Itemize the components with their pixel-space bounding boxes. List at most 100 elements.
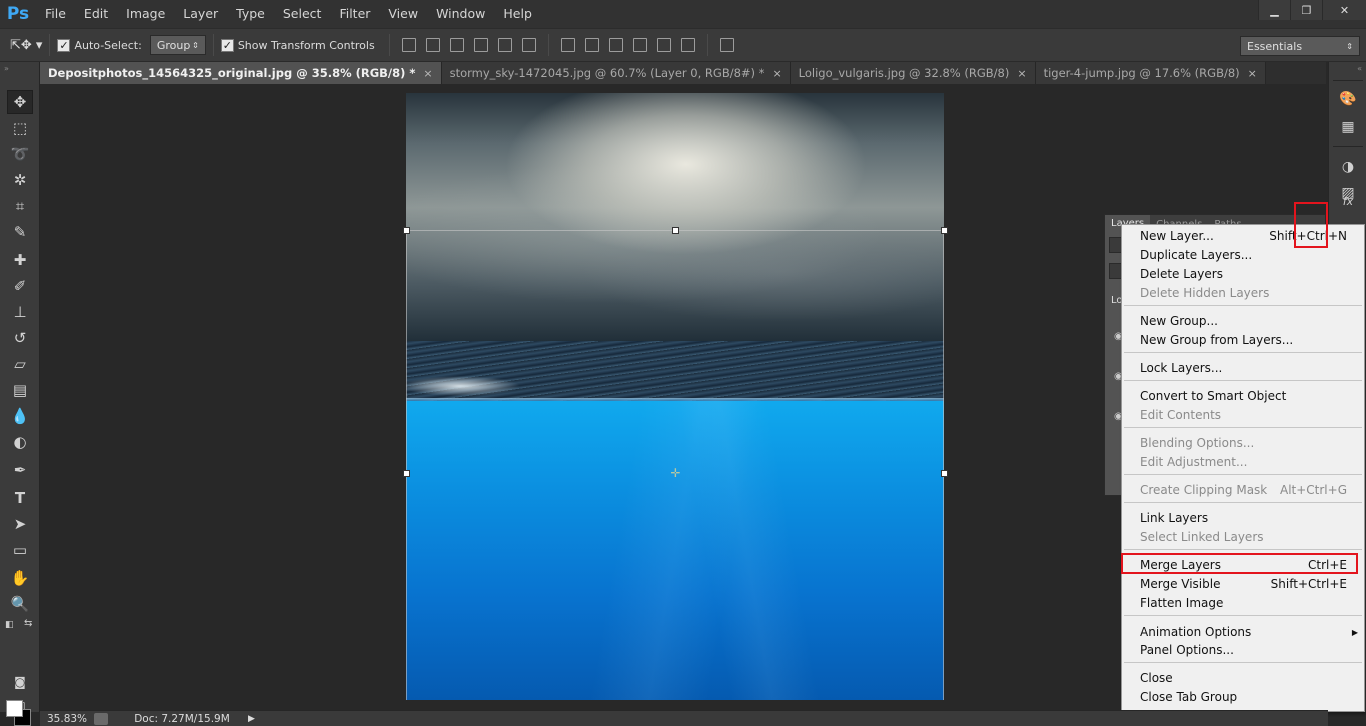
distribute-right-icon[interactable] — [680, 38, 695, 52]
distribute-left-icon[interactable] — [632, 38, 647, 52]
menu-item-new-group-from-layers[interactable]: New Group from Layers... — [1122, 331, 1364, 350]
close-tab-icon[interactable]: × — [772, 67, 781, 80]
expand-panels-icon[interactable]: « — [1357, 64, 1362, 73]
pen-tool-icon[interactable]: ✒ — [7, 458, 33, 482]
menu-edit[interactable]: Edit — [75, 0, 117, 28]
document-tab[interactable]: tiger-4-jump.jpg @ 17.6% (RGB/8) × — [1035, 62, 1266, 84]
rectangle-tool-icon[interactable]: ▭ — [7, 538, 33, 562]
menu-type[interactable]: Type — [227, 0, 274, 28]
grid-panel-icon[interactable]: ▦ — [1338, 118, 1358, 136]
collapse-arrows-icon[interactable]: » — [4, 64, 9, 73]
minimize-button[interactable]: ▁ — [1258, 0, 1290, 20]
quick-mask-icon[interactable]: ◙ — [7, 670, 33, 694]
transform-handle[interactable] — [403, 470, 410, 477]
eraser-tool-icon[interactable]: ▱ — [7, 352, 33, 376]
restore-button[interactable]: ❐ — [1290, 0, 1322, 20]
transform-handle[interactable] — [941, 227, 948, 234]
auto-select-target-dropdown[interactable]: Group ⇕ — [149, 35, 206, 55]
menu-item-link-layers[interactable]: Link Layers — [1122, 509, 1364, 528]
menu-item-shortcut: Alt+Ctrl+G — [1279, 483, 1347, 497]
menu-window[interactable]: Window — [427, 0, 494, 28]
menu-item-label: Flatten Image — [1140, 596, 1224, 610]
document-tab[interactable]: Depositphotos_14564325_original.jpg @ 35… — [40, 62, 442, 84]
dodge-tool-icon[interactable]: ◐ — [7, 430, 33, 454]
close-tab-icon[interactable]: × — [1248, 67, 1257, 80]
crop-tool-icon[interactable]: ⌗ — [7, 194, 33, 218]
menu-filter[interactable]: Filter — [330, 0, 379, 28]
path-selection-tool-icon[interactable]: ➤ — [7, 512, 33, 536]
align-vertical-center-icon[interactable] — [425, 38, 440, 52]
gradient-tool-icon[interactable]: ▤ — [7, 378, 33, 402]
document-tab[interactable]: Loligo_vulgaris.jpg @ 32.8% (RGB/8) × — [790, 62, 1036, 84]
transform-bounding-box[interactable] — [406, 230, 944, 700]
align-bottom-icon[interactable] — [449, 38, 464, 52]
options-divider — [212, 34, 214, 56]
zoom-level[interactable]: 35.83% — [40, 713, 88, 725]
status-menu-arrow-icon[interactable]: ▶ — [248, 714, 255, 724]
clone-stamp-tool-icon[interactable]: ⊥ — [7, 300, 33, 324]
menu-item-new-group[interactable]: New Group... — [1122, 312, 1364, 331]
document-tab-label: stormy_sky-1472045.jpg @ 60.7% (Layer 0,… — [449, 66, 765, 80]
menu-item-lock-layers[interactable]: Lock Layers... — [1122, 359, 1364, 378]
options-divider — [388, 34, 390, 56]
healing-brush-tool-icon[interactable]: ✚ — [7, 248, 33, 272]
auto-align-layers-icon[interactable] — [719, 38, 734, 52]
menu-item-flatten-image[interactable]: Flatten Image — [1122, 594, 1364, 613]
menu-item-close-tab-group[interactable]: Close Tab Group — [1122, 688, 1364, 707]
menu-image[interactable]: Image — [117, 0, 174, 28]
distribute-horizontal-center-icon[interactable] — [656, 38, 671, 52]
menu-item-close[interactable]: Close — [1122, 669, 1364, 688]
magic-wand-tool-icon[interactable]: ✲ — [7, 168, 33, 192]
blur-tool-icon[interactable]: 💧 — [7, 404, 33, 428]
eyedropper-tool-icon[interactable]: ✎ — [7, 220, 33, 244]
menu-select[interactable]: Select — [274, 0, 331, 28]
marquee-tool-icon[interactable]: ⬚ — [7, 116, 33, 140]
menu-view[interactable]: View — [379, 0, 427, 28]
brush-tool-icon[interactable]: ✐ — [7, 274, 33, 298]
document-tab-label: Depositphotos_14564325_original.jpg @ 35… — [48, 66, 416, 80]
transform-handle[interactable] — [672, 227, 679, 234]
type-tool-icon[interactable]: T — [7, 486, 33, 510]
align-horizontal-center-icon[interactable] — [497, 38, 512, 52]
transform-center-point-icon[interactable]: ✛ — [670, 467, 681, 479]
default-colors-icon[interactable]: ◧ — [5, 620, 14, 630]
menu-item-panel-options[interactable]: Panel Options... — [1122, 641, 1364, 660]
move-tool-preset-icon[interactable]: ⇱✥ ▾ — [10, 38, 42, 53]
menu-layer[interactable]: Layer — [174, 0, 227, 28]
auto-select-checkbox[interactable]: ✓ — [57, 38, 71, 52]
align-top-icon[interactable] — [401, 38, 416, 52]
foreground-color-swatch[interactable] — [6, 700, 23, 717]
align-left-icon[interactable] — [473, 38, 488, 52]
show-transform-controls-checkbox[interactable]: ✓ — [220, 38, 234, 52]
close-tab-icon[interactable]: × — [1017, 67, 1026, 80]
menu-file[interactable]: File — [36, 0, 75, 28]
transform-handle[interactable] — [403, 227, 410, 234]
align-right-icon[interactable] — [521, 38, 536, 52]
workspace-dropdown[interactable]: Essentials ⇕ — [1240, 36, 1360, 56]
swap-colors-icon[interactable]: ⇆ — [24, 618, 32, 629]
dropdown-arrow-icon: ⇕ — [192, 40, 199, 50]
hand-tool-icon[interactable]: ✋ — [7, 566, 33, 590]
document-profile-icon[interactable] — [94, 712, 108, 725]
menu-item-duplicate-layers[interactable]: Duplicate Layers... — [1122, 246, 1364, 265]
lasso-tool-icon[interactable]: ➰ — [7, 142, 33, 166]
distribute-bottom-icon[interactable] — [608, 38, 623, 52]
swatches-panel-icon[interactable]: 🎨 — [1338, 90, 1358, 108]
menu-bar: Ps File Edit Image Layer Type Select Fil… — [0, 0, 1366, 28]
close-window-button[interactable]: ✕ — [1322, 0, 1366, 20]
move-tool-icon[interactable]: ✥ — [7, 90, 33, 114]
adjustments-panel-icon[interactable]: ◑ — [1338, 158, 1358, 176]
document-tab[interactable]: stormy_sky-1472045.jpg @ 60.7% (Layer 0,… — [441, 62, 791, 84]
menu-item-convert-to-smart-object[interactable]: Convert to Smart Object — [1122, 387, 1364, 406]
history-brush-tool-icon[interactable]: ↺ — [7, 326, 33, 350]
distribute-vertical-center-icon[interactable] — [584, 38, 599, 52]
transform-handle[interactable] — [941, 470, 948, 477]
menu-item-animation-options[interactable]: Animation Options ▶ — [1122, 623, 1364, 642]
menu-item-delete-layers[interactable]: Delete Layers — [1122, 265, 1364, 284]
zoom-tool-icon[interactable]: 🔍 — [7, 592, 33, 616]
menu-help[interactable]: Help — [494, 0, 541, 28]
close-tab-icon[interactable]: × — [423, 67, 432, 80]
fx-icon[interactable]: fx — [1338, 192, 1358, 210]
menu-item-merge-visible[interactable]: Merge Visible Shift+Ctrl+E — [1122, 575, 1364, 594]
distribute-top-icon[interactable] — [560, 38, 575, 52]
